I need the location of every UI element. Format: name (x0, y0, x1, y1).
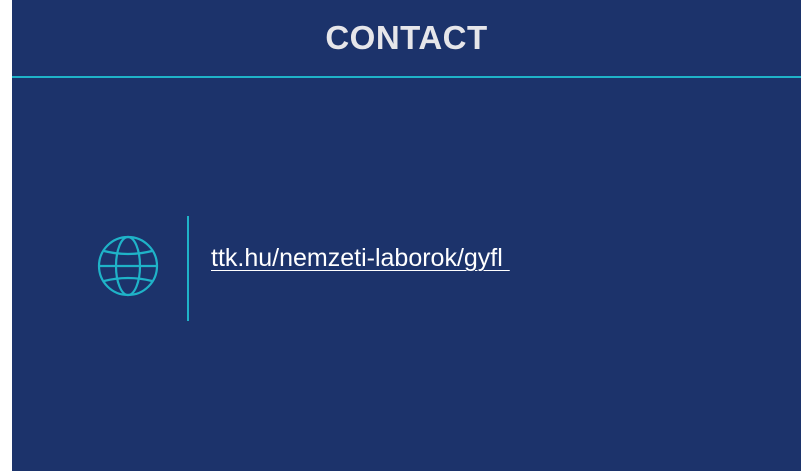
vertical-divider (187, 216, 189, 321)
globe-icon (96, 234, 160, 298)
title-divider (12, 76, 801, 78)
slide-title: CONTACT (325, 19, 488, 56)
website-link[interactable]: ttk.hu/nemzeti-laborok/gyfl (211, 244, 510, 273)
contact-slide: CONTACT ttk.hu/nemzeti-laborok/gyfl (12, 0, 801, 471)
